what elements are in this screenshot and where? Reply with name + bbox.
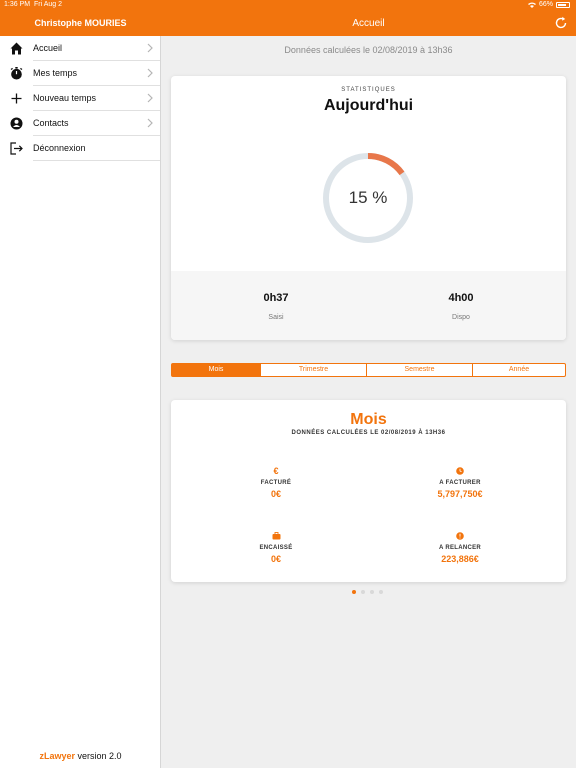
stat-saisi-value: 0h37	[263, 292, 289, 304]
stat-dispo-label: Dispo	[452, 314, 470, 321]
page-indicator[interactable]	[352, 590, 383, 594]
euro-icon: €	[211, 467, 341, 476]
chevron-right-icon	[147, 93, 153, 103]
sidebar-item-mes-temps[interactable]: Mes temps	[0, 61, 160, 86]
stat-saisi-label: Saisi	[268, 314, 284, 321]
metric-label: A FACTURER	[439, 480, 481, 486]
page-dot[interactable]	[379, 590, 383, 594]
chevron-right-icon	[147, 118, 153, 128]
tab-trimestre[interactable]: Trimestre	[261, 364, 367, 376]
metric-value: 0€	[270, 554, 281, 564]
sidebar-item-deconnexion[interactable]: Déconnexion	[0, 136, 160, 161]
stat-dispo: 4h00 Dispo	[361, 292, 561, 321]
sidebar: Accueil Mes temps Nouveau temps Contacts…	[0, 36, 161, 768]
tab-mois[interactable]: Mois	[172, 364, 261, 376]
page-title: Accueil	[352, 18, 385, 29]
metric-encaisse: ENCAISSÉ 0€	[211, 532, 341, 564]
stats-label: STATISTIQUES	[341, 87, 396, 93]
chevron-right-icon	[147, 68, 153, 78]
metric-a-facturer: A FACTURER 5,797,750€	[395, 467, 525, 499]
metric-value: 0€	[270, 489, 281, 499]
today-stats-card: STATISTIQUES Aujourd'hui 15 % 0h37 Saisi…	[171, 76, 566, 340]
battery-percent: 66%	[538, 1, 553, 8]
chevron-right-icon	[147, 43, 153, 53]
sidebar-item-label: Accueil	[33, 36, 160, 61]
stat-dispo-value: 4h00	[448, 292, 474, 304]
period-subtitle: DONNÉES CALCULÉES LE 02/08/2019 À 13H36	[291, 430, 446, 436]
home-icon	[0, 42, 33, 55]
metric-value: 5,797,750€	[437, 489, 483, 499]
sidebar-item-label: Déconnexion	[33, 136, 160, 161]
version-text: version 2.0	[75, 751, 122, 761]
tab-annee[interactable]: Année	[473, 364, 565, 376]
top-bar: 1:36 PM Fri Aug 2 66% Christophe MOURIES…	[0, 0, 576, 36]
battery-icon	[556, 1, 570, 8]
stats-footer: 0h37 Saisi 4h00 Dispo	[171, 271, 566, 340]
period-title: Mois	[350, 411, 387, 428]
sidebar-item-contacts[interactable]: Contacts	[0, 111, 160, 136]
status-bar-right: 66%	[527, 1, 570, 8]
status-time: 1:36 PM	[4, 1, 31, 8]
sidebar-item-accueil[interactable]: Accueil	[0, 36, 160, 61]
briefcase-icon	[211, 532, 341, 541]
metric-value: 223,886€	[441, 554, 479, 564]
clock-icon	[395, 467, 525, 476]
sidebar-item-label: Mes temps	[33, 61, 160, 86]
computed-at-text: Données calculées le 02/08/2019 à 13h36	[284, 45, 453, 55]
metric-label: FACTURÉ	[260, 480, 292, 486]
stopwatch-icon	[0, 67, 33, 80]
sidebar-item-label: Nouveau temps	[33, 86, 160, 111]
metric-label: A RELANCER	[438, 545, 482, 551]
app-version: zLawyer version 2.0	[0, 751, 161, 761]
plus-icon	[0, 93, 33, 104]
page-dot[interactable]	[361, 590, 365, 594]
page-dot[interactable]	[370, 590, 374, 594]
logout-icon	[0, 142, 33, 155]
stats-title: Aujourd'hui	[323, 97, 414, 114]
period-card: Mois DONNÉES CALCULÉES LE 02/08/2019 À 1…	[171, 400, 566, 582]
metric-label: ENCAISSÉ	[259, 545, 293, 551]
app-brand: zLawyer	[39, 751, 75, 761]
sidebar-item-label: Contacts	[33, 111, 160, 136]
period-tabs: Mois Trimestre Semestre Année	[171, 363, 566, 377]
metric-facture: € FACTURÉ 0€	[211, 467, 341, 500]
page-dot[interactable]	[352, 590, 356, 594]
tab-semestre[interactable]: Semestre	[367, 364, 473, 376]
wifi-icon	[527, 2, 536, 8]
euro-glyph: €	[273, 466, 279, 476]
status-bar-time: 1:36 PM Fri Aug 2	[4, 1, 62, 8]
user-name: Christophe MOURIES	[34, 18, 127, 28]
contact-icon	[0, 117, 33, 130]
sidebar-item-nouveau-temps[interactable]: Nouveau temps	[0, 86, 160, 111]
refresh-icon[interactable]	[554, 16, 568, 30]
status-date: Fri Aug 2	[33, 1, 62, 8]
stat-saisi: 0h37 Saisi	[176, 292, 376, 321]
progress-percent: 15 %	[348, 188, 388, 207]
alert-icon	[395, 532, 525, 541]
metric-a-relancer: A RELANCER 223,886€	[395, 532, 525, 564]
